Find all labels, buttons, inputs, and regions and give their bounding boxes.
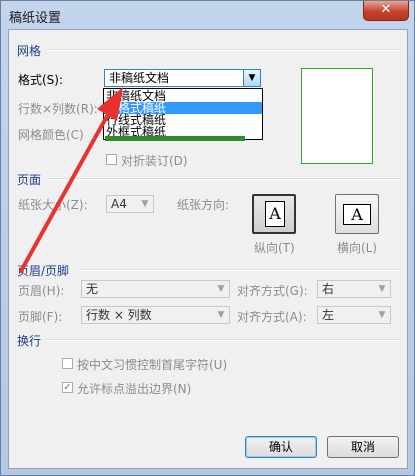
format-select-value: 非稿纸文档 xyxy=(109,71,170,85)
cjk-line-break-checkbox[interactable] xyxy=(62,358,73,369)
header-align-label: 对齐方式(G): xyxy=(237,284,308,298)
grid-preview xyxy=(301,68,373,164)
format-select[interactable]: 非稿纸文档 ▼ xyxy=(104,69,261,87)
section-header-footer-title: 页眉/页脚 xyxy=(17,264,70,278)
close-icon: ✕ xyxy=(380,2,392,17)
landscape-label: 横向(L) xyxy=(337,241,378,255)
chevron-down-icon[interactable]: ▼ xyxy=(213,307,229,323)
chevron-down-icon[interactable]: ▼ xyxy=(243,70,260,86)
portrait-page-icon: A xyxy=(265,201,285,227)
footer-label: 页脚(F): xyxy=(18,310,63,324)
section-grid-divider xyxy=(47,49,401,51)
footer-align-select[interactable]: 左 ▼ xyxy=(317,306,391,324)
chevron-down-icon[interactable]: ▼ xyxy=(137,196,153,212)
section-page-title: 页面 xyxy=(17,173,42,187)
paper-size-label: 纸张大小(Z): xyxy=(18,198,88,212)
footer-select[interactable]: 行数 × 列数 ▼ xyxy=(81,306,230,324)
portrait-button[interactable]: A xyxy=(252,194,296,234)
section-wrap-divider xyxy=(47,339,401,341)
section-header-footer-divider xyxy=(81,269,401,271)
chevron-down-icon[interactable]: ▼ xyxy=(374,281,390,297)
ok-button[interactable]: 确认 xyxy=(245,436,317,458)
chevron-down-icon[interactable]: ▼ xyxy=(213,281,229,297)
dialog-window: 稿纸设置 ✕ 网格 格式(S): 非稿纸文档 ▼ 非稿纸文档 方格式稿纸 行线式… xyxy=(0,0,415,476)
portrait-glyph: A xyxy=(269,204,281,223)
landscape-glyph: A xyxy=(351,205,363,224)
header-value: 无 xyxy=(86,282,99,296)
section-page-divider xyxy=(47,178,401,180)
format-label: 格式(S): xyxy=(18,73,64,87)
fold-binding-label: 对折装订(D) xyxy=(121,154,188,168)
paper-size-value: A4 xyxy=(111,197,127,211)
header-label: 页眉(H): xyxy=(18,284,65,298)
paper-size-select[interactable]: A4 ▼ xyxy=(106,195,154,213)
fold-binding-checkbox[interactable] xyxy=(106,154,117,165)
header-align-select[interactable]: 右 ▼ xyxy=(317,280,391,298)
footer-value: 行数 × 列数 xyxy=(86,308,152,322)
format-dropdown-list: 非稿纸文档 方格式稿纸 行线式稿纸 外框式稿纸 xyxy=(103,88,263,140)
punctuation-overflow-label: 允许标点溢出边界(N) xyxy=(77,382,192,396)
orientation-label: 纸张方向: xyxy=(177,198,230,212)
dialog-body: 网格 格式(S): 非稿纸文档 ▼ 非稿纸文档 方格式稿纸 行线式稿纸 外框式稿… xyxy=(8,29,408,469)
grid-color-swatch xyxy=(105,136,245,141)
section-wrap-title: 换行 xyxy=(17,334,42,348)
landscape-page-icon: A xyxy=(343,204,371,225)
cancel-button[interactable]: 取消 xyxy=(327,436,399,458)
landscape-button[interactable]: A xyxy=(335,194,379,234)
punctuation-overflow-checkbox[interactable]: ✓ xyxy=(62,382,73,393)
title-bar[interactable]: 稿纸设置 ✕ xyxy=(1,1,414,29)
cjk-line-break-label: 按中文习惯控制首尾字符(U) xyxy=(77,358,228,372)
rows-cols-label: 行数×列数(R): xyxy=(18,102,98,116)
header-select[interactable]: 无 ▼ xyxy=(81,280,230,298)
portrait-label: 纵向(T) xyxy=(254,241,295,255)
close-button[interactable]: ✕ xyxy=(363,1,409,21)
window-title: 稿纸设置 xyxy=(9,11,62,26)
footer-align-value: 左 xyxy=(322,308,335,322)
footer-align-label: 对齐方式(A): xyxy=(237,310,307,324)
section-grid-title: 网格 xyxy=(17,44,42,58)
header-align-value: 右 xyxy=(322,282,335,296)
grid-color-label: 网格颜色(C) xyxy=(18,128,84,142)
chevron-down-icon[interactable]: ▼ xyxy=(374,307,390,323)
